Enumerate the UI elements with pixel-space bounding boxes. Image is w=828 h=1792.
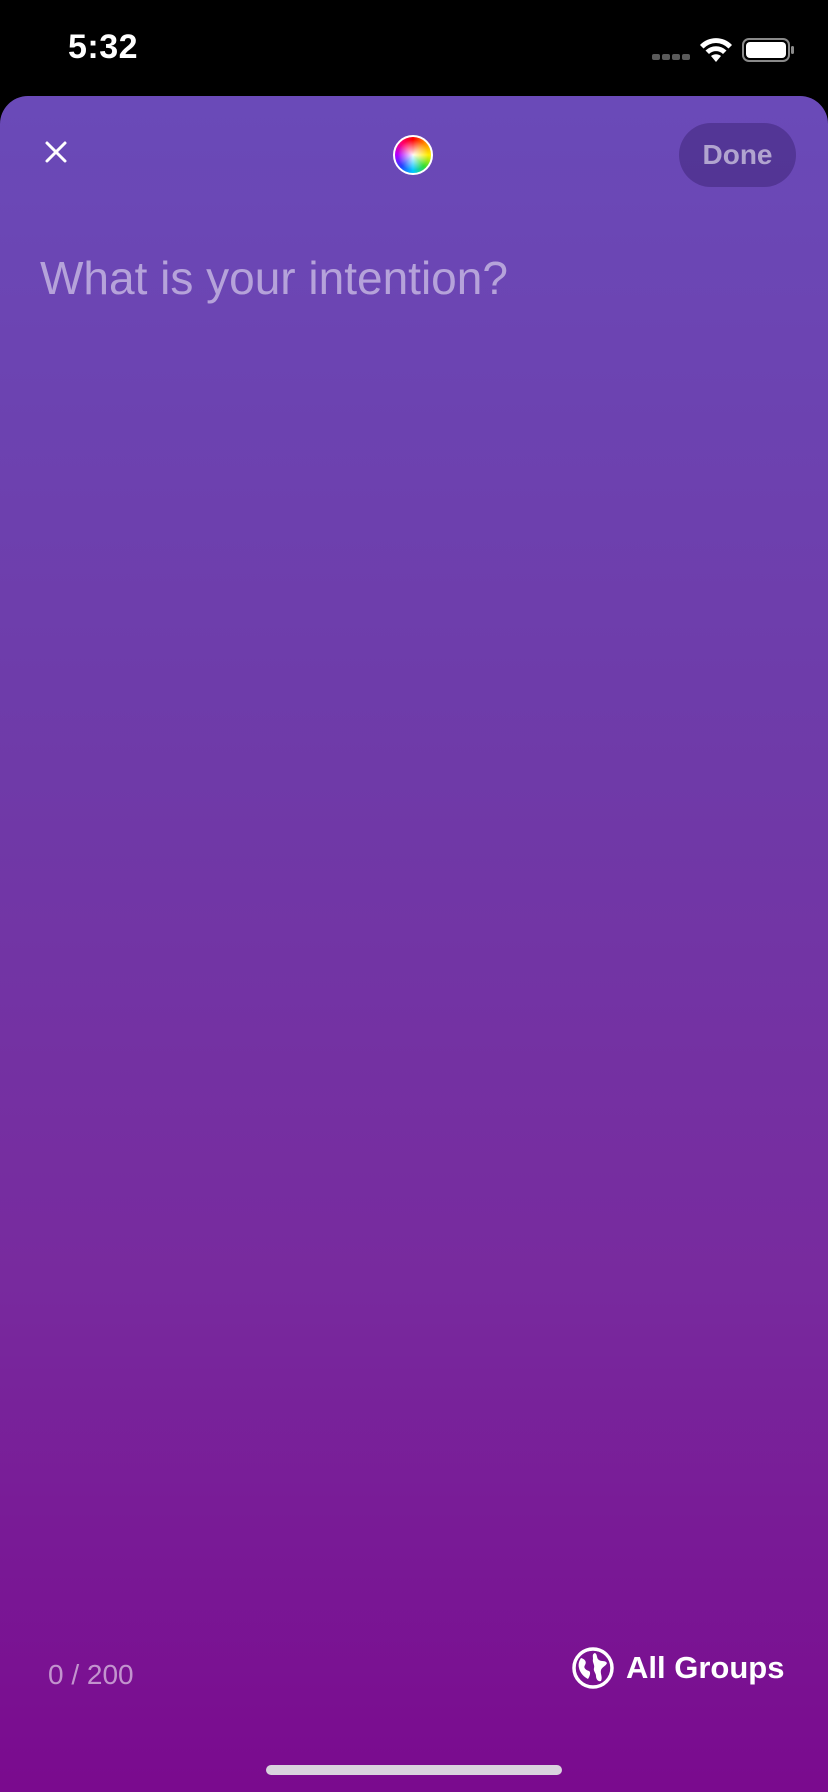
close-icon [45,141,67,163]
audience-selector-button[interactable]: All Groups [572,1644,784,1692]
home-indicator [266,1765,562,1775]
audience-label: All Groups [626,1650,785,1685]
compose-sheet: Done 0 / 200 All Groups [0,96,828,1792]
intention-input[interactable] [40,246,788,1546]
battery-icon [742,38,794,62]
cellular-signal-icon [652,54,690,60]
status-bar: 5:32 [0,0,828,96]
color-picker-button[interactable] [393,135,433,175]
color-wheel-icon [395,137,431,173]
character-counter: 0 / 200 [48,1659,134,1690]
status-time: 5:32 [68,28,139,66]
close-button[interactable] [30,126,82,178]
globe-icon [572,1647,614,1689]
wifi-icon [700,38,732,62]
done-button[interactable]: Done [679,123,796,187]
